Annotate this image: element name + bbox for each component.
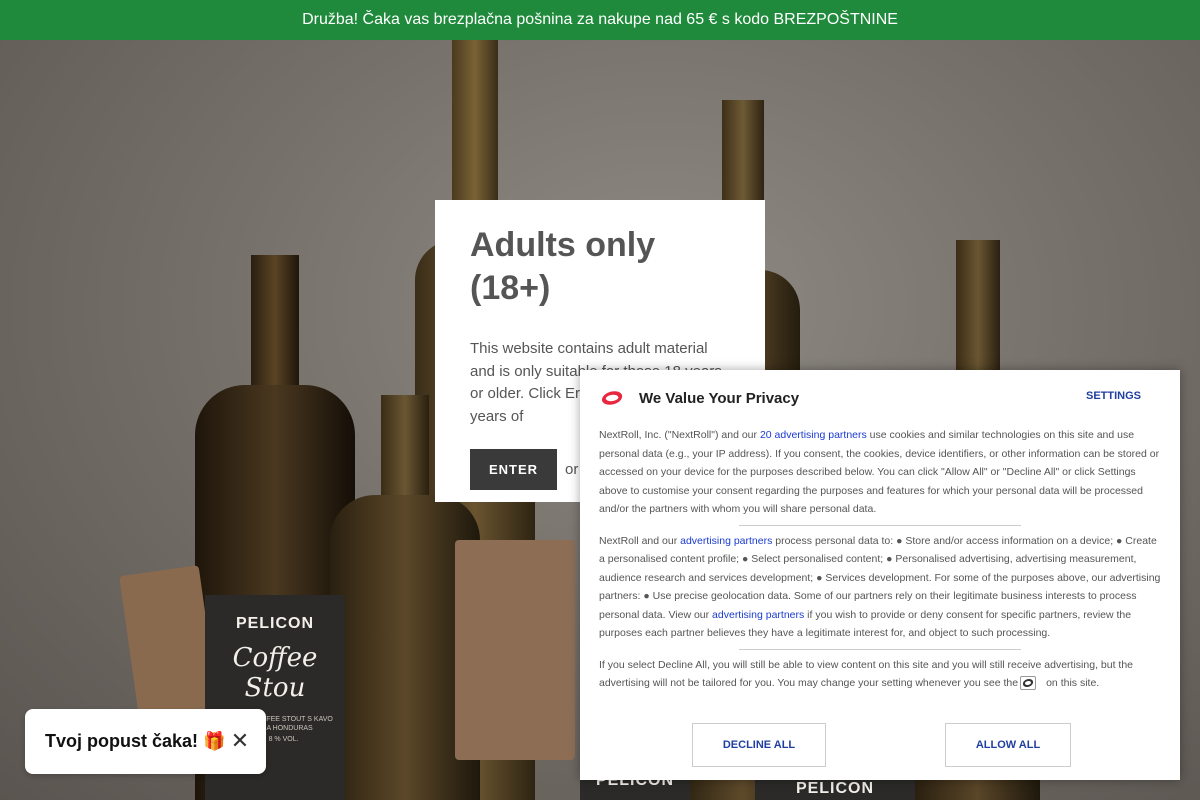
privacy-text: NextRoll and our: [599, 534, 681, 547]
privacy-consent-dialog: We Value Your Privacy SETTINGS NextRoll,…: [580, 370, 1180, 780]
privacy-text: NextRoll, Inc. ("NextRoll") and our: [599, 429, 760, 441]
privacy-paragraph: NextRoll, Inc. ("NextRoll") and our 20 a…: [599, 426, 1161, 519]
advertising-partners-link[interactable]: 20 advertising partners: [760, 429, 867, 441]
nextroll-logo-icon: [602, 391, 623, 405]
close-icon[interactable]: ✕: [230, 730, 250, 752]
enter-button[interactable]: ENTER: [470, 449, 557, 490]
discount-text[interactable]: Tvoj popust čaka! 🎁: [45, 731, 225, 752]
divider: [739, 648, 1021, 650]
divider: [739, 524, 1021, 526]
privacy-title: We Value Your Privacy: [639, 389, 800, 407]
age-modal-title: Adults only (18+): [470, 226, 656, 307]
label-brand: PELICON: [235, 615, 315, 632]
decline-all-button[interactable]: DECLINE ALL: [692, 723, 826, 767]
bottle-label: PELICON: [755, 780, 915, 800]
allow-all-button[interactable]: ALLOW ALL: [945, 723, 1071, 767]
nextroll-inline-icon[interactable]: [1020, 676, 1037, 691]
advertising-partners-link[interactable]: advertising partners: [680, 535, 772, 547]
privacy-text: use cookies and similar technologies on …: [599, 429, 1160, 515]
privacy-buttons: DECLINE ALL ALLOW ALL: [580, 723, 1180, 767]
settings-link[interactable]: SETTINGS: [1086, 390, 1141, 402]
label-product-name: Coffee Stou: [232, 643, 318, 703]
privacy-text: on this site.: [1046, 677, 1100, 689]
promo-bar: Družba! Čaka vas brezplačna pošnina za n…: [0, 0, 1200, 40]
discount-popup[interactable]: Tvoj popust čaka! 🎁 ✕: [25, 709, 266, 774]
or-text: or: [565, 461, 579, 478]
privacy-body: NextRoll, Inc. ("NextRoll") and our 20 a…: [599, 426, 1161, 693]
promo-text: Družba! Čaka vas brezplačna pošnina za n…: [302, 11, 898, 28]
privacy-paragraph: If you select Decline All, you will stil…: [599, 656, 1161, 693]
privacy-paragraph: NextRoll and our advertising partners pr…: [599, 532, 1161, 643]
label-brand: PELICON: [795, 780, 875, 797]
brick: [455, 540, 575, 760]
advertising-partners-link[interactable]: advertising partners: [712, 609, 804, 621]
privacy-header: We Value Your Privacy SETTINGS: [599, 370, 1161, 426]
